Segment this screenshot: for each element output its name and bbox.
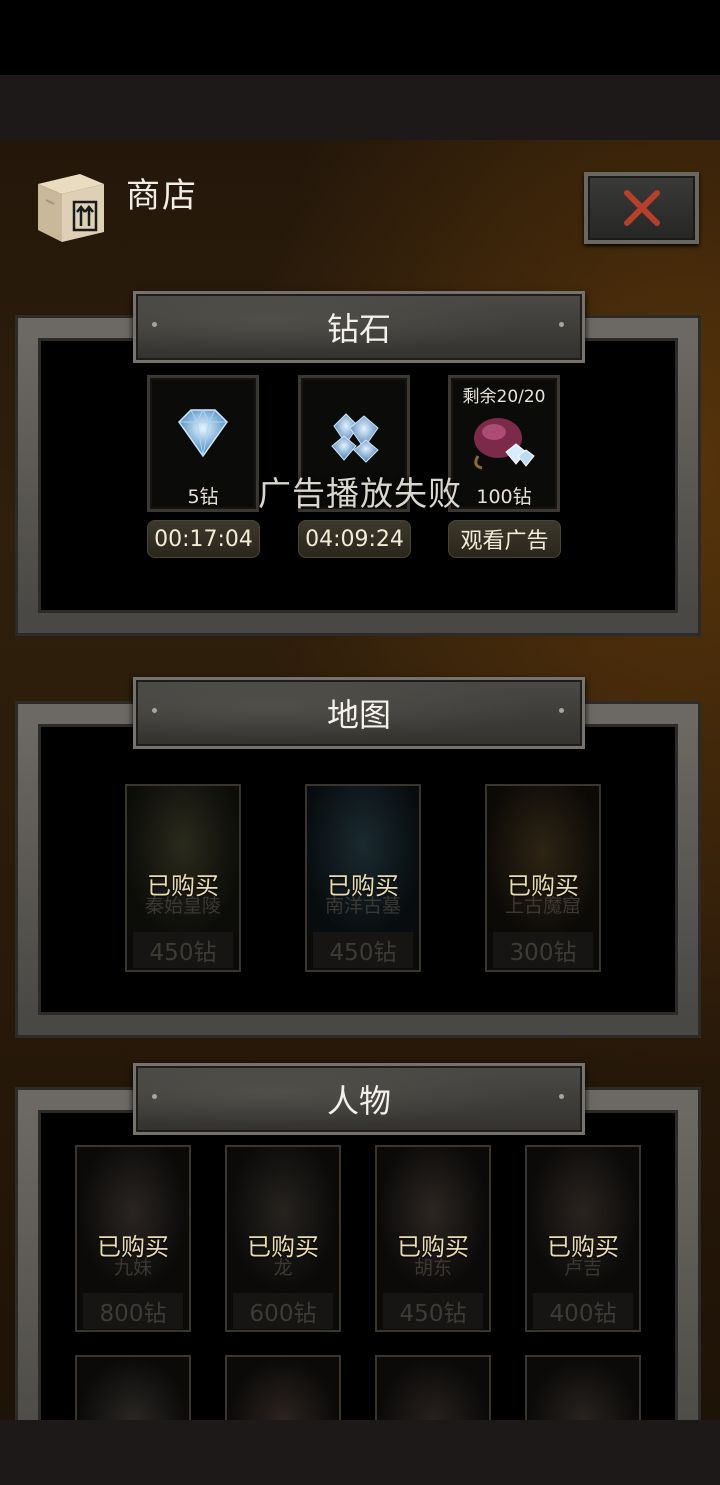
watch-ad-button[interactable]: 观看广告 bbox=[448, 520, 561, 558]
character-item-6[interactable] bbox=[225, 1355, 341, 1420]
character-item-4[interactable]: 已购买 卢吉 400钻 bbox=[525, 1145, 641, 1332]
diamond-bag-icon bbox=[474, 418, 535, 470]
character-item-2-name: 龙 bbox=[273, 1257, 293, 1279]
map-item-2-price: 450钻 bbox=[313, 932, 413, 968]
close-button[interactable] bbox=[584, 172, 699, 244]
character-portrait-7 bbox=[377, 1357, 489, 1420]
diamond-item-2-timer: 04:09:24 bbox=[298, 520, 411, 558]
map-item-3-price: 300钻 bbox=[493, 932, 593, 968]
map-item-1-price: 450钻 bbox=[133, 932, 233, 968]
character-item-1-price: 800钻 bbox=[83, 1293, 183, 1329]
top-spacer bbox=[0, 75, 720, 140]
close-x-icon bbox=[623, 190, 660, 226]
character-item-3-price: 450钻 bbox=[383, 1293, 483, 1329]
character-item-3[interactable]: 已购买 胡东 450钻 bbox=[375, 1145, 491, 1332]
character-item-3-name: 胡东 bbox=[413, 1257, 452, 1279]
diamond-item-1-timer: 00:17:04 bbox=[147, 520, 260, 558]
character-item-4-price: 400钻 bbox=[533, 1293, 633, 1329]
status-bar bbox=[0, 0, 720, 75]
character-item-1[interactable]: 已购买 九妹 800钻 bbox=[75, 1145, 191, 1332]
map-item-1[interactable]: 已购买 秦始皇陵 450钻 bbox=[125, 784, 241, 972]
map-item-2-name: 南洋古墓 bbox=[324, 895, 401, 917]
map-item-2[interactable]: 已购买 南洋古墓 450钻 bbox=[305, 784, 421, 972]
shop-screen: 商店 钻石 5钻 00:17:04 04:09:24 剩余20/20 100钻 … bbox=[0, 140, 720, 1420]
diamond-item-3-remaining: 剩余20/20 bbox=[462, 387, 546, 407]
ad-failed-toast: 广告播放失败 bbox=[258, 474, 462, 513]
character-portrait-5 bbox=[77, 1357, 189, 1420]
character-item-1-name: 九妹 bbox=[113, 1257, 152, 1279]
character-panel-header: 人物 bbox=[133, 1063, 585, 1135]
character-item-8[interactable] bbox=[525, 1355, 641, 1420]
map-item-3[interactable]: 已购买 上古魔窟 300钻 bbox=[485, 784, 601, 972]
bottom-bar bbox=[0, 1420, 720, 1485]
map-panel-header: 地图 bbox=[133, 677, 585, 749]
character-item-5[interactable] bbox=[75, 1355, 191, 1420]
box-icon bbox=[38, 174, 104, 242]
character-item-2-price: 600钻 bbox=[233, 1293, 333, 1329]
character-item-4-name: 卢吉 bbox=[563, 1257, 602, 1279]
character-header-label: 人物 bbox=[326, 1082, 391, 1120]
diamond-panel-header: 钻石 bbox=[133, 291, 585, 363]
single-diamond-icon bbox=[178, 408, 228, 458]
character-item-2[interactable]: 已购买 龙 600钻 bbox=[225, 1145, 341, 1332]
map-header-label: 地图 bbox=[326, 696, 391, 734]
character-item-7[interactable] bbox=[375, 1355, 491, 1420]
diamond-pile-icon bbox=[331, 413, 379, 463]
map-item-1-name: 秦始皇陵 bbox=[144, 895, 221, 917]
character-portrait-8 bbox=[527, 1357, 639, 1420]
character-portrait-6 bbox=[227, 1357, 339, 1420]
shop-title: 商店 bbox=[126, 176, 198, 216]
map-item-3-name: 上古魔窟 bbox=[504, 895, 581, 917]
diamond-header-label: 钻石 bbox=[326, 310, 391, 348]
